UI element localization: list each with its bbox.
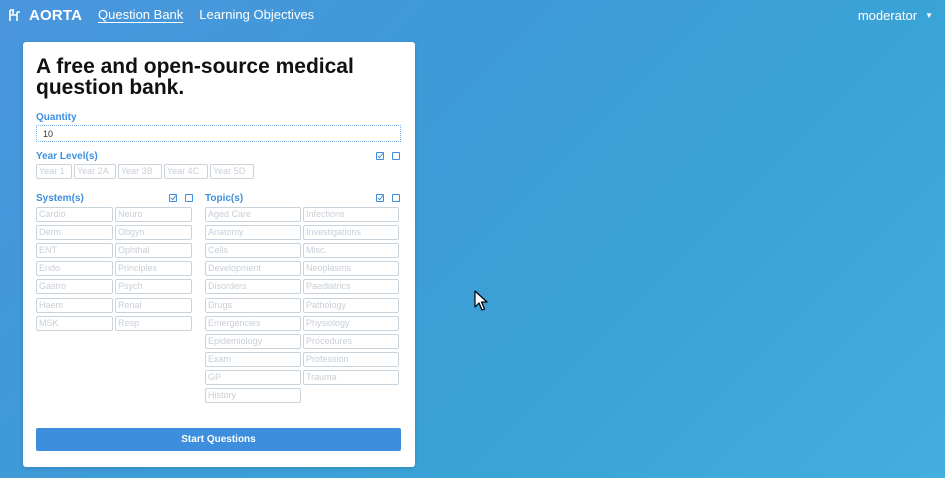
year-chip[interactable]: Year 5D xyxy=(210,164,254,179)
year-chip[interactable]: Year 2A xyxy=(74,164,116,179)
year-level-label: Year Level(s) xyxy=(36,151,98,162)
year-select-none-icon[interactable] xyxy=(392,152,400,160)
topic-chip[interactable]: Epidemiology xyxy=(205,333,301,349)
system-chip[interactable]: Derm xyxy=(36,225,113,241)
top-navbar: AORTA Question Bank Learning Objectives … xyxy=(0,0,945,30)
caret-down-icon: ▼ xyxy=(925,11,933,20)
topic-label: Topic(s) xyxy=(205,193,244,204)
system-chip[interactable]: Psych xyxy=(115,279,192,295)
quantity-label: Quantity xyxy=(36,112,77,123)
aorta-logo-icon xyxy=(9,8,20,21)
year-chip[interactable]: Year 1 xyxy=(36,164,72,179)
system-chip[interactable]: Obgyn xyxy=(115,225,192,241)
brand-name: AORTA xyxy=(29,6,83,24)
nav-question-bank[interactable]: Question Bank xyxy=(98,7,183,22)
system-chip[interactable]: Principles xyxy=(115,261,192,277)
question-bank-card: A free and open-source medical question … xyxy=(23,42,415,467)
topic-chip[interactable]: History xyxy=(205,388,301,403)
brand-logo[interactable]: AORTA xyxy=(8,6,82,24)
topic-chip[interactable]: Infections xyxy=(303,207,399,222)
system-chip[interactable]: Ophthal xyxy=(115,243,192,259)
topic-chip[interactable]: Pathology xyxy=(303,297,399,313)
mouse-cursor-icon xyxy=(474,290,488,311)
topic-chip[interactable]: Procedures xyxy=(303,333,399,349)
topic-select-all-icon[interactable] xyxy=(376,194,384,202)
topic-chip[interactable]: GP xyxy=(205,369,301,385)
topic-chip[interactable]: Physiology xyxy=(303,315,399,331)
start-questions-button[interactable]: Start Questions xyxy=(36,428,401,451)
year-select-all-icon[interactable] xyxy=(376,152,384,160)
system-chip[interactable]: Gastro xyxy=(36,279,113,295)
topic-chip[interactable]: Anatomy xyxy=(205,225,301,241)
page-title: A free and open-source medical question … xyxy=(36,55,354,99)
topic-chip[interactable]: Misc. xyxy=(303,243,399,259)
topic-chip[interactable]: Cells xyxy=(205,243,301,259)
quantity-input[interactable] xyxy=(36,125,401,142)
system-select-none-icon[interactable] xyxy=(185,194,193,202)
nav-learning-objectives[interactable]: Learning Objectives xyxy=(199,7,314,22)
system-chip[interactable]: Renal xyxy=(115,297,192,313)
username: moderator xyxy=(857,8,918,23)
topic-chip[interactable]: Emergencies xyxy=(205,315,301,331)
topic-chip[interactable]: Profession xyxy=(303,351,399,367)
system-chip[interactable]: Endo xyxy=(36,261,113,277)
topic-chip[interactable]: Exam xyxy=(205,351,301,367)
system-chip[interactable]: MSK xyxy=(36,315,113,331)
year-chip[interactable]: Year 4C xyxy=(164,164,208,179)
system-chip[interactable]: Cardio xyxy=(36,207,113,222)
year-chip[interactable]: Year 3B xyxy=(118,164,162,179)
topic-chip[interactable]: Aged Care xyxy=(205,207,301,222)
system-chip[interactable]: ENT xyxy=(36,243,113,259)
system-select-all-icon[interactable] xyxy=(169,194,177,202)
topic-chip[interactable]: Drugs xyxy=(205,297,301,313)
topic-chip[interactable]: Disorders xyxy=(205,279,301,295)
user-menu[interactable]: moderator ▼ xyxy=(858,8,933,23)
topic-chip[interactable]: Trauma xyxy=(303,369,399,385)
system-chip[interactable]: Resp xyxy=(115,315,192,331)
main-nav: Question Bank Learning Objectives xyxy=(98,7,314,22)
topic-chip[interactable]: Investigations xyxy=(303,225,399,241)
system-chip[interactable]: Neuro xyxy=(115,207,192,222)
topic-chip[interactable]: Development xyxy=(205,261,301,277)
topic-chip[interactable]: Paediatrics xyxy=(303,279,399,295)
topic-select-none-icon[interactable] xyxy=(392,194,400,202)
system-chip[interactable]: Haem xyxy=(36,297,113,313)
topic-chip[interactable]: Neoplasms xyxy=(303,261,399,277)
system-label: System(s) xyxy=(36,193,84,204)
